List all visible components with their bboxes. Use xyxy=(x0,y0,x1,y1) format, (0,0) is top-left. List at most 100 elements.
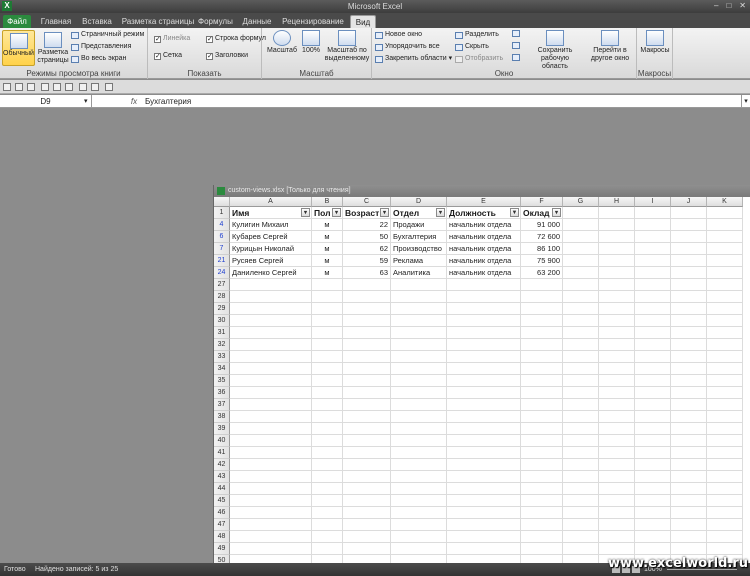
table-cell[interactable] xyxy=(635,399,671,411)
table-cell[interactable] xyxy=(671,267,707,279)
table-cell[interactable] xyxy=(391,435,447,447)
table-cell[interactable] xyxy=(563,231,599,243)
header-cell[interactable]: Отдел ▾ xyxy=(391,207,447,219)
tab-page-layout[interactable]: Разметка страницы xyxy=(120,15,196,28)
table-cell[interactable] xyxy=(230,375,312,387)
table-cell[interactable] xyxy=(447,531,521,543)
sort-icon[interactable] xyxy=(91,83,99,91)
table-cell[interactable] xyxy=(391,387,447,399)
row-header[interactable]: 21 xyxy=(214,255,230,267)
table-cell[interactable] xyxy=(635,495,671,507)
table-cell[interactable] xyxy=(671,303,707,315)
table-cell[interactable] xyxy=(563,411,599,423)
table-cell[interactable] xyxy=(635,519,671,531)
table-cell[interactable] xyxy=(707,447,743,459)
table-cell[interactable] xyxy=(707,291,743,303)
table-cell[interactable] xyxy=(671,315,707,327)
table-cell[interactable]: начальник отдела xyxy=(447,267,521,279)
table-cell[interactable]: Курицын Николай xyxy=(230,243,312,255)
table-cell[interactable]: Кулигин Михаил xyxy=(230,219,312,231)
filter-dropdown-icon[interactable]: ▾ xyxy=(552,208,561,217)
table-cell[interactable] xyxy=(391,483,447,495)
table-cell[interactable]: начальник отдела xyxy=(447,231,521,243)
table-cell[interactable] xyxy=(521,411,563,423)
table-cell[interactable] xyxy=(599,399,635,411)
table-cell[interactable] xyxy=(563,423,599,435)
table-cell[interactable] xyxy=(635,459,671,471)
table-cell[interactable] xyxy=(563,447,599,459)
row-header[interactable]: 4 xyxy=(214,219,230,231)
column-header[interactable]: D xyxy=(391,197,447,207)
save-workspace-button[interactable]: Сохранить рабочую область xyxy=(528,30,582,70)
table-cell[interactable] xyxy=(563,315,599,327)
table-cell[interactable] xyxy=(447,435,521,447)
table-cell[interactable]: Бухгалтерия xyxy=(391,231,447,243)
row-header[interactable]: 41 xyxy=(214,447,230,459)
table-cell[interactable] xyxy=(343,495,391,507)
table-cell[interactable] xyxy=(635,435,671,447)
table-cell[interactable] xyxy=(599,375,635,387)
table-cell[interactable]: м xyxy=(312,267,343,279)
table-cell[interactable] xyxy=(707,363,743,375)
header-cell[interactable] xyxy=(563,207,599,219)
arrange-all-button[interactable]: Упорядочить все xyxy=(375,42,440,52)
freeze-panes-button[interactable]: Закрепить области ▾ xyxy=(375,54,452,64)
table-cell[interactable] xyxy=(671,471,707,483)
view-side-by-side-button[interactable] xyxy=(512,30,520,37)
table-cell[interactable] xyxy=(391,339,447,351)
table-cell[interactable] xyxy=(599,471,635,483)
table-cell[interactable] xyxy=(312,471,343,483)
table-cell[interactable] xyxy=(521,495,563,507)
save-icon[interactable] xyxy=(3,83,11,91)
table-cell[interactable] xyxy=(447,495,521,507)
table-cell[interactable] xyxy=(671,243,707,255)
table-cell[interactable] xyxy=(635,411,671,423)
table-cell[interactable] xyxy=(563,303,599,315)
table-cell[interactable] xyxy=(671,423,707,435)
headings-checkbox[interactable]: ✓ Заголовки xyxy=(206,51,248,61)
table-cell[interactable] xyxy=(343,291,391,303)
table-cell[interactable] xyxy=(447,543,521,555)
table-cell[interactable] xyxy=(707,255,743,267)
table-cell[interactable] xyxy=(635,219,671,231)
table-cell[interactable] xyxy=(599,243,635,255)
name-box[interactable]: D9 xyxy=(0,95,92,108)
table-cell[interactable] xyxy=(521,483,563,495)
table-cell[interactable]: 50 xyxy=(343,231,391,243)
table-cell[interactable] xyxy=(671,279,707,291)
row-header[interactable]: 1 xyxy=(214,207,230,219)
table-cell[interactable] xyxy=(521,279,563,291)
table-cell[interactable] xyxy=(635,363,671,375)
insert-function-icon[interactable]: fx xyxy=(128,95,140,108)
customize-toolbar-icon[interactable] xyxy=(105,83,113,91)
table-cell[interactable] xyxy=(707,543,743,555)
column-header[interactable]: G xyxy=(563,197,599,207)
table-cell[interactable] xyxy=(343,447,391,459)
row-header[interactable]: 48 xyxy=(214,531,230,543)
table-cell[interactable] xyxy=(635,303,671,315)
row-header[interactable]: 27 xyxy=(214,279,230,291)
table-cell[interactable] xyxy=(599,411,635,423)
table-cell[interactable] xyxy=(635,231,671,243)
settings-icon[interactable] xyxy=(79,83,87,91)
table-cell[interactable] xyxy=(230,531,312,543)
column-header[interactable]: B xyxy=(312,197,343,207)
filter-dropdown-icon[interactable]: ▾ xyxy=(301,208,310,217)
table-cell[interactable] xyxy=(671,255,707,267)
table-cell[interactable] xyxy=(563,255,599,267)
table-cell[interactable]: м xyxy=(312,243,343,255)
table-cell[interactable] xyxy=(563,519,599,531)
custom-views-button[interactable]: Представления xyxy=(71,42,131,52)
table-cell[interactable] xyxy=(447,471,521,483)
page-layout-view-button[interactable]: Разметка страницы xyxy=(37,30,69,66)
table-cell[interactable] xyxy=(447,507,521,519)
table-cell[interactable] xyxy=(312,495,343,507)
table-cell[interactable] xyxy=(230,339,312,351)
row-header[interactable]: 49 xyxy=(214,543,230,555)
table-cell[interactable] xyxy=(563,459,599,471)
close-icon[interactable]: ✕ xyxy=(739,1,746,10)
row-header[interactable]: 35 xyxy=(214,375,230,387)
table-cell[interactable]: Производство xyxy=(391,243,447,255)
filter-dropdown-icon[interactable]: ▾ xyxy=(436,208,445,217)
table-cell[interactable] xyxy=(391,411,447,423)
